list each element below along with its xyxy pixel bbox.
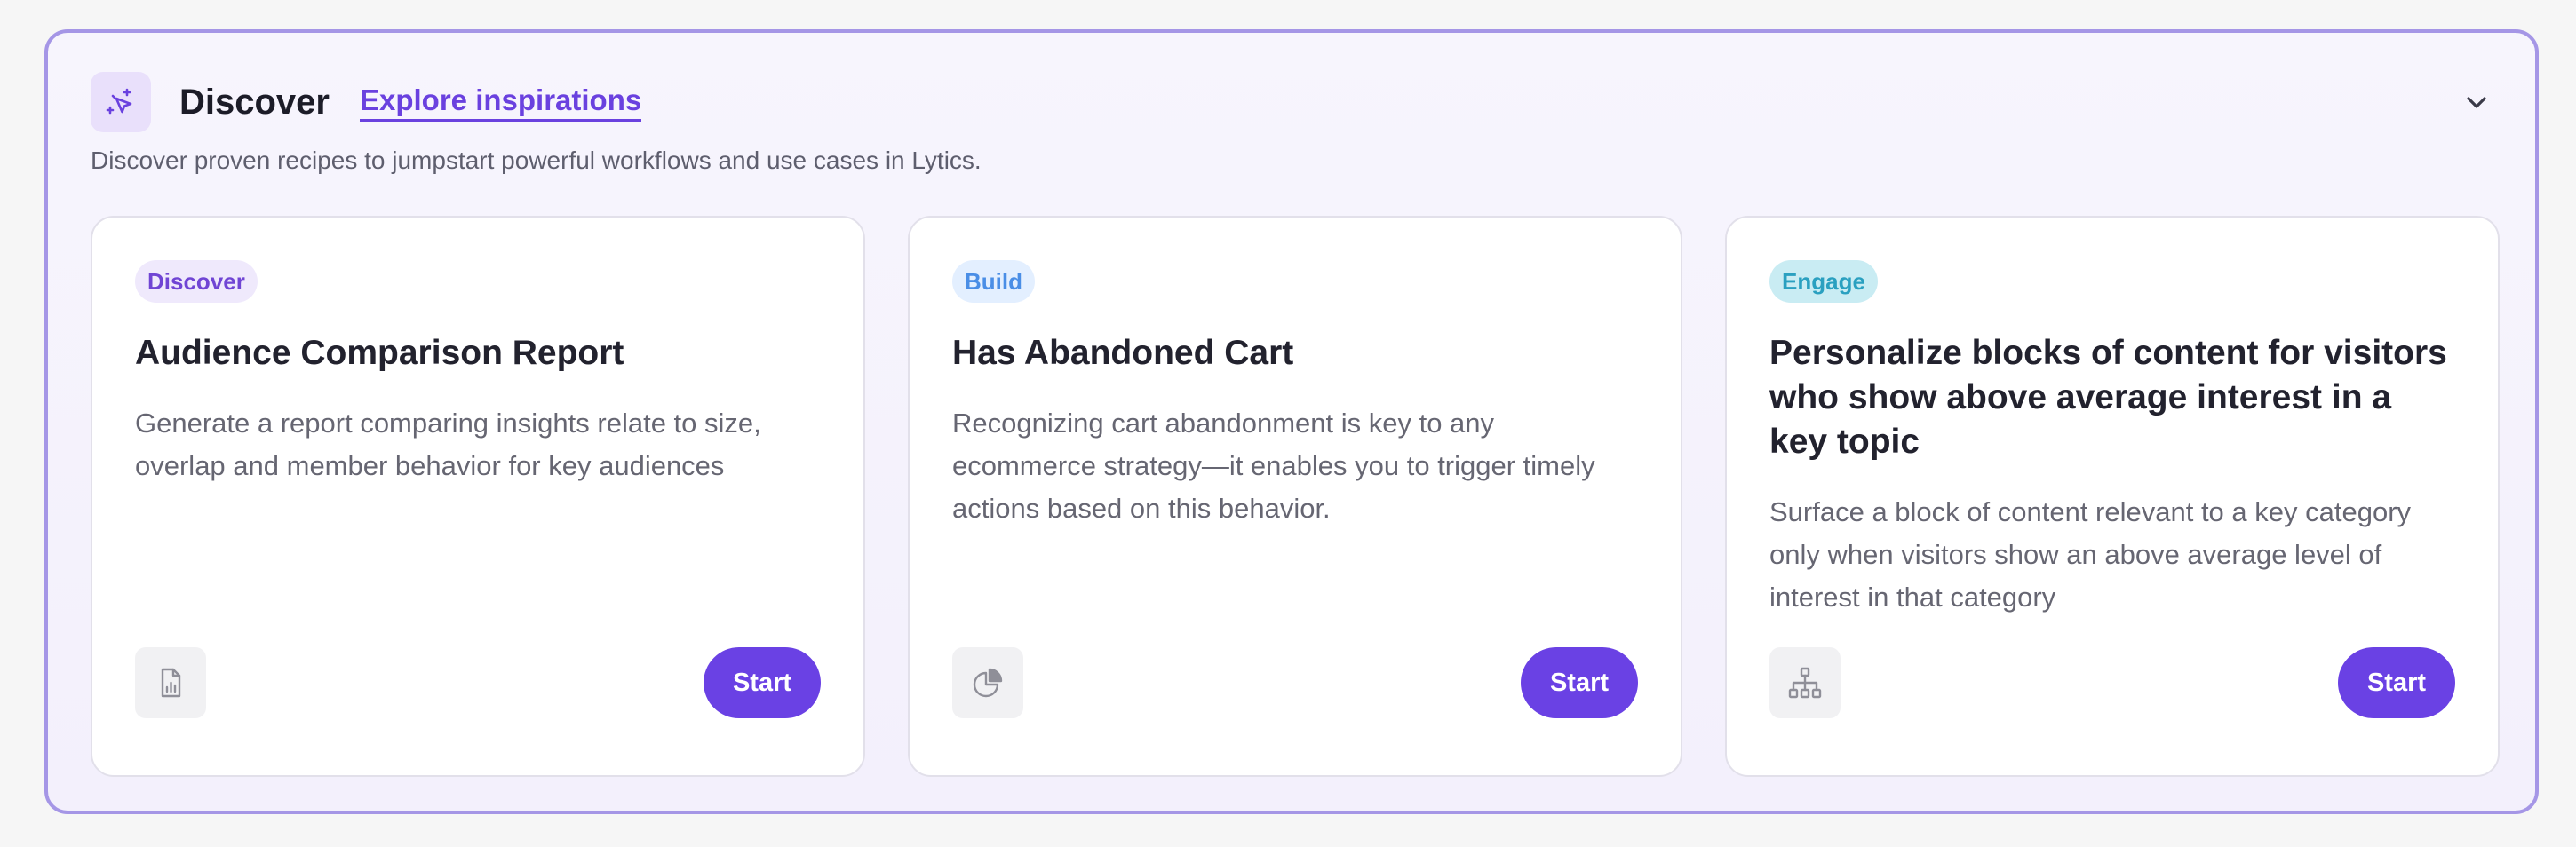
sparkle-cursor-icon <box>91 72 151 132</box>
card-title: Audience Comparison Report <box>135 334 624 372</box>
page-title: Discover <box>179 82 330 122</box>
recipe-card-list: Discover Audience Comparison Report Gene… <box>91 216 2500 777</box>
report-document-icon <box>135 647 206 718</box>
chevron-down-icon <box>2462 88 2491 121</box>
card-description: Surface a block of content relevant to a… <box>1769 496 2412 613</box>
panel-header: Discover Explore inspirations <box>91 72 642 132</box>
category-badge: Discover <box>135 260 258 303</box>
recipe-card-audience-comparison: Discover Audience Comparison Report Gene… <box>91 216 865 777</box>
start-button[interactable]: Start <box>2338 647 2455 718</box>
card-title: Has Abandoned Cart <box>952 334 1294 372</box>
collapse-button[interactable] <box>2452 79 2501 129</box>
discover-panel: Discover Explore inspirations Discover p… <box>44 29 2539 814</box>
panel-subtitle: Discover proven recipes to jumpstart pow… <box>91 146 982 174</box>
category-badge: Build <box>952 260 1035 303</box>
pie-chart-icon <box>952 647 1023 718</box>
card-title: Personalize blocks of content for visito… <box>1769 334 2447 461</box>
card-description: Generate a report comparing insights rel… <box>135 408 761 481</box>
recipe-card-abandoned-cart: Build Has Abandoned Cart Recognizing car… <box>908 216 1682 777</box>
recipe-card-personalize-blocks: Engage Personalize blocks of content for… <box>1725 216 2500 777</box>
explore-inspirations-link[interactable]: Explore inspirations <box>359 83 642 122</box>
start-button[interactable]: Start <box>1521 647 1638 718</box>
category-badge: Engage <box>1769 260 1878 303</box>
card-description: Recognizing cart abandonment is key to a… <box>952 408 1595 524</box>
start-button[interactable]: Start <box>704 647 821 718</box>
hierarchy-icon <box>1769 647 1841 718</box>
